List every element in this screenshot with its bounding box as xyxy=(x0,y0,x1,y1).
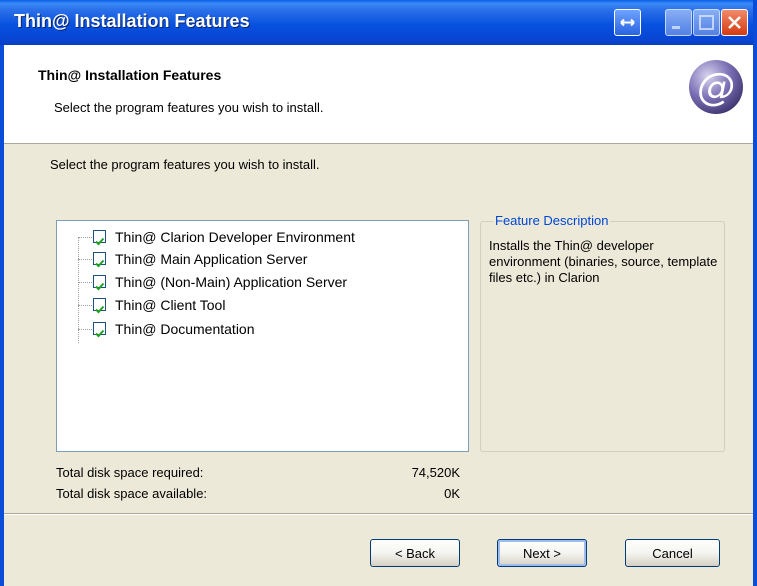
feature-tree[interactable]: Thin@ Clarion Developer Environment Thin… xyxy=(56,220,469,452)
feature-description-group: Feature Description Installs the Thin@ d… xyxy=(480,213,725,452)
tree-connector xyxy=(78,259,92,260)
checkmark-icon xyxy=(95,282,105,291)
checkbox[interactable] xyxy=(93,322,106,338)
checkbox[interactable] xyxy=(93,252,106,268)
header-title: Thin@ Installation Features xyxy=(38,67,222,83)
tree-connector xyxy=(78,237,79,343)
restore-width-button[interactable] xyxy=(614,9,641,36)
feature-label: Thin@ Client Tool xyxy=(115,297,226,313)
instruction-text: Select the program features you wish to … xyxy=(50,157,320,172)
feature-label: Thin@ Main Application Server xyxy=(115,251,308,267)
checkmark-icon xyxy=(95,237,105,246)
tree-connector xyxy=(78,282,92,283)
tree-connector xyxy=(78,329,92,330)
tree-connector xyxy=(78,305,92,306)
header-subtitle: Select the program features you wish to … xyxy=(54,100,324,115)
maximize-icon xyxy=(699,15,714,30)
window-title: Thin@ Installation Features xyxy=(14,11,250,31)
next-button[interactable]: Next > xyxy=(497,539,587,567)
installer-window: Thin@ Installation Features Thin@ Instal… xyxy=(0,0,757,586)
checkbox[interactable] xyxy=(93,275,106,291)
back-button[interactable]: < Back xyxy=(370,539,460,567)
feature-label: Thin@ Clarion Developer Environment xyxy=(115,229,355,245)
tree-connector xyxy=(78,237,92,238)
maximize-button[interactable] xyxy=(693,9,720,36)
header-panel: Thin@ Installation Features Select the p… xyxy=(4,45,753,144)
minimize-button[interactable] xyxy=(665,9,692,36)
checkmark-icon xyxy=(95,305,105,314)
at-sign-logo-icon: @ xyxy=(689,60,743,114)
feature-description-legend: Feature Description xyxy=(493,213,611,228)
footer-divider xyxy=(4,513,753,515)
feature-description-text: Installs the Thin@ developer environment… xyxy=(489,238,718,285)
feature-label: Thin@ (Non-Main) Application Server xyxy=(115,274,348,290)
close-icon xyxy=(728,16,741,29)
title-bar[interactable]: Thin@ Installation Features xyxy=(0,0,757,45)
checkbox[interactable] xyxy=(93,230,106,246)
disk-space-available-value: 0K xyxy=(444,486,460,501)
svg-text:@: @ xyxy=(697,65,735,109)
double-arrow-icon xyxy=(620,18,635,27)
disk-space-required-label: Total disk space required: xyxy=(56,465,204,480)
checkbox[interactable] xyxy=(93,298,106,314)
disk-space-required-value: 74,520K xyxy=(411,465,460,480)
close-button[interactable] xyxy=(721,9,748,36)
checkmark-icon xyxy=(95,259,105,268)
disk-space-available-label: Total disk space available: xyxy=(56,486,208,501)
minimize-icon xyxy=(672,26,680,29)
feature-label: Thin@ Documentation xyxy=(115,321,255,337)
cancel-button[interactable]: Cancel xyxy=(625,539,720,567)
checkmark-icon xyxy=(95,329,105,338)
